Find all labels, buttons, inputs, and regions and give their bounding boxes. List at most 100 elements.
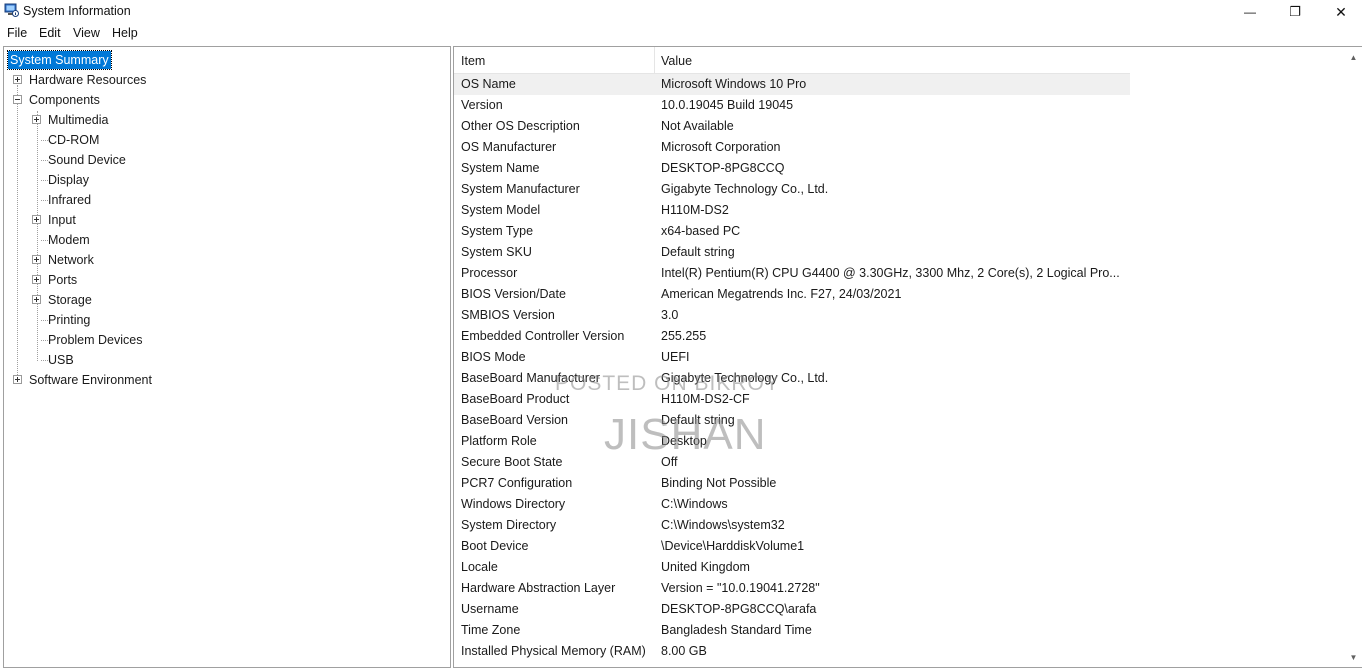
table-row[interactable]: System Name DESKTOP-8PG8CCQ — [454, 158, 1130, 179]
table-row[interactable]: Platform Role Desktop — [454, 431, 1130, 452]
table-row[interactable]: BIOS Version/Date American Megatrends Inc… — [454, 284, 1130, 305]
row-value-cell: 3.0 — [661, 308, 679, 322]
menu-bar: File Edit View Help — [0, 24, 1362, 44]
table-row[interactable]: OS Name Microsoft Windows 10 Pro — [454, 74, 1130, 95]
menu-view[interactable]: View — [73, 26, 100, 40]
expand-plus-icon[interactable] — [13, 375, 22, 384]
close-button[interactable]: ✕ — [1318, 0, 1362, 24]
row-item-cell: Time Zone — [461, 623, 521, 637]
row-item-cell: System Type — [461, 224, 534, 238]
column-header-item[interactable]: Item — [461, 47, 485, 73]
row-item-cell: System Name — [461, 161, 540, 175]
expand-plus-icon[interactable] — [13, 75, 22, 84]
row-item-cell: Version — [461, 98, 503, 112]
table-row[interactable]: Username DESKTOP-8PG8CCQ\arafa — [454, 599, 1130, 620]
table-row[interactable]: PCR7 Configuration Binding Not Possible — [454, 473, 1130, 494]
row-value-cell: United Kingdom — [661, 560, 750, 574]
tree-item-label: Components — [29, 93, 100, 107]
table-row[interactable]: Embedded Controller Version 255.255 — [454, 326, 1130, 347]
category-tree[interactable]: System Summary Hardware Resources Compon… — [3, 46, 451, 668]
table-row[interactable]: Secure Boot State Off — [454, 452, 1130, 473]
table-row[interactable]: Other OS Description Not Available — [454, 116, 1130, 137]
table-row[interactable]: SMBIOS Version 3.0 — [454, 305, 1130, 326]
table-row[interactable]: BaseBoard Product H110M-DS2-CF — [454, 389, 1130, 410]
tree-item-label: USB — [48, 353, 74, 367]
table-row[interactable]: Version 10.0.19045 Build 19045 — [454, 95, 1130, 116]
table-row[interactable]: System Type x64-based PC — [454, 221, 1130, 242]
scroll-up-arrow-icon[interactable]: ▲ — [1345, 49, 1362, 66]
table-row[interactable]: System Manufacturer Gigabyte Technology C… — [454, 179, 1130, 200]
expand-plus-icon[interactable] — [32, 275, 41, 284]
row-value-cell: Intel(R) Pentium(R) CPU G4400 @ 3.30GHz,… — [661, 266, 1120, 280]
details-list[interactable]: Item Value OS Name Microsoft Windows 10 P… — [453, 46, 1362, 668]
title-bar: System Information — ❐ ✕ — [0, 0, 1362, 24]
row-value-cell: Version = "10.0.19041.2728" — [661, 581, 820, 595]
tree-item-label: Display — [48, 173, 89, 187]
row-value-cell: American Megatrends Inc. F27, 24/03/2021 — [661, 287, 902, 301]
row-item-cell: Embedded Controller Version — [461, 329, 625, 343]
table-row[interactable]: OS Manufacturer Microsoft Corporation — [454, 137, 1130, 158]
row-value-cell: Desktop — [661, 434, 707, 448]
row-value-cell: Gigabyte Technology Co., Ltd. — [661, 182, 829, 196]
menu-help[interactable]: Help — [112, 26, 138, 40]
tree-item-label: Storage — [48, 293, 92, 307]
table-row[interactable]: Time Zone Bangladesh Standard Time — [454, 620, 1130, 641]
table-row[interactable]: Locale United Kingdom — [454, 557, 1130, 578]
tree-guide-line — [17, 85, 18, 381]
tree-item-label: Multimedia — [48, 113, 109, 127]
collapse-minus-icon[interactable] — [13, 95, 22, 104]
table-row[interactable]: System Model H110M-DS2 — [454, 200, 1130, 221]
row-item-cell: BIOS Mode — [461, 350, 526, 364]
column-header-value[interactable]: Value — [661, 47, 692, 73]
row-item-cell: Platform Role — [461, 434, 537, 448]
table-row[interactable]: System SKU Default string — [454, 242, 1130, 263]
minimize-icon: — — [1244, 5, 1256, 19]
row-item-cell: SMBIOS Version — [461, 308, 555, 322]
tree-item-label: Hardware Resources — [29, 73, 147, 87]
table-row[interactable]: Boot Device \Device\HarddiskVolume1 — [454, 536, 1130, 557]
expand-plus-icon[interactable] — [32, 215, 41, 224]
row-item-cell: Locale — [461, 560, 498, 574]
minimize-button[interactable]: — — [1227, 0, 1273, 24]
row-item-cell: BIOS Version/Date — [461, 287, 566, 301]
row-value-cell: Microsoft Windows 10 Pro — [661, 77, 807, 91]
table-row[interactable]: Windows Directory C:\Windows — [454, 494, 1130, 515]
restore-icon: ❐ — [1289, 4, 1301, 19]
column-divider[interactable] — [654, 47, 655, 73]
row-value-cell: \Device\HarddiskVolume1 — [661, 539, 805, 553]
row-value-cell: UEFI — [661, 350, 690, 364]
expand-plus-icon[interactable] — [32, 295, 41, 304]
tree-item-label: System Summary — [7, 50, 112, 70]
scroll-down-arrow-icon[interactable]: ▼ — [1345, 649, 1362, 666]
expand-plus-icon[interactable] — [32, 255, 41, 264]
row-item-cell: BaseBoard Product — [461, 392, 570, 406]
row-item-cell: System Manufacturer — [461, 182, 580, 196]
window-title: System Information — [23, 4, 131, 18]
row-item-cell: OS Name — [461, 77, 516, 91]
row-item-cell: System SKU — [461, 245, 532, 259]
menu-edit[interactable]: Edit — [39, 26, 61, 40]
table-row[interactable]: System Directory C:\Windows\system32 — [454, 515, 1130, 536]
row-value-cell: H110M-DS2 — [661, 203, 729, 217]
row-value-cell: H110M-DS2-CF — [661, 392, 750, 406]
table-row[interactable]: Processor Intel(R) Pentium(R) CPU G4400 @… — [454, 263, 1130, 284]
row-item-cell: Windows Directory — [461, 497, 566, 511]
tree-item-label: Software Environment — [29, 373, 152, 387]
row-value-cell: Bangladesh Standard Time — [661, 623, 812, 637]
menu-file[interactable]: File — [7, 26, 27, 40]
table-row[interactable]: BaseBoard Manufacturer Gigabyte Technolog… — [454, 368, 1130, 389]
tree-item-label: Modem — [48, 233, 90, 247]
tree-item-label: Infrared — [48, 193, 92, 207]
row-value-cell: C:\Windows\system32 — [661, 518, 785, 532]
table-row[interactable]: BaseBoard Version Default string — [454, 410, 1130, 431]
restore-button[interactable]: ❐ — [1272, 0, 1318, 24]
row-item-cell: BaseBoard Manufacturer — [461, 371, 600, 385]
expand-plus-icon[interactable] — [32, 115, 41, 124]
table-row[interactable]: Hardware Abstraction Layer Version = "10.… — [454, 578, 1130, 599]
row-value-cell: x64-based PC — [661, 224, 741, 238]
vertical-scrollbar[interactable]: ▲ ▼ — [1345, 47, 1362, 667]
table-row[interactable]: Installed Physical Memory (RAM) 8.00 GB — [454, 641, 1130, 662]
table-row[interactable]: BIOS Mode UEFI — [454, 347, 1130, 368]
tree-item-label: Problem Devices — [48, 333, 143, 347]
row-item-cell: BaseBoard Version — [461, 413, 569, 427]
